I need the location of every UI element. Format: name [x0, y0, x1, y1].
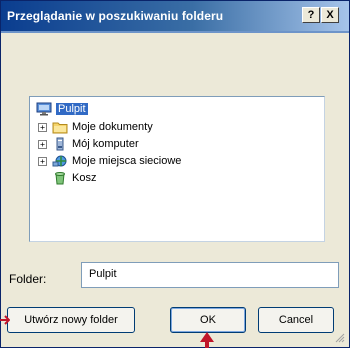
network-icon	[52, 154, 68, 168]
expand-toggle[interactable]: +	[38, 139, 47, 149]
tree-item-label: Kosz	[72, 172, 97, 184]
new-folder-button[interactable]: Utwórz nowy folder	[7, 307, 135, 333]
folder-icon	[52, 120, 68, 134]
cancel-button[interactable]: Cancel	[258, 307, 334, 333]
desktop-icon	[36, 102, 52, 116]
tree-item-network-places[interactable]: + Moje miejsca sieciowe	[38, 153, 181, 169]
tree-item-label: Moje miejsca sieciowe	[72, 155, 182, 167]
ok-button[interactable]: OK	[170, 307, 246, 333]
dialog-title: Przeglądanie w poszukiwaniu folderu	[7, 9, 224, 23]
tree-item-label: Moje dokumenty	[72, 121, 153, 133]
help-button[interactable]: ?	[302, 7, 320, 23]
computer-icon	[52, 137, 68, 151]
expand-toggle[interactable]: +	[38, 122, 47, 132]
browse-folder-dialog: Przeglądanie w poszukiwaniu folderu ? X …	[0, 0, 350, 348]
close-button[interactable]: X	[321, 7, 339, 23]
tree-item-pulpit[interactable]: Pulpit	[36, 101, 88, 117]
folder-label: Folder:	[9, 272, 47, 286]
folder-tree[interactable]: Pulpit + Moje dokumenty + Mój komputer +…	[29, 96, 325, 242]
recycle-bin-icon	[52, 171, 68, 185]
expand-toggle[interactable]: +	[38, 156, 47, 166]
tree-item-label: Pulpit	[56, 103, 88, 115]
resize-grip-icon[interactable]	[335, 333, 345, 343]
title-bar[interactable]: Przeglądanie w poszukiwaniu folderu ? X	[1, 1, 349, 33]
tree-item-label: Mój komputer	[72, 138, 139, 150]
tree-item-my-documents[interactable]: + Moje dokumenty	[38, 119, 153, 135]
tree-item-my-computer[interactable]: + Mój komputer	[38, 136, 139, 152]
tree-item-recycle-bin[interactable]: Kosz	[52, 170, 96, 186]
annotation-arrow-left-icon	[0, 315, 10, 325]
annotation-arrow-up-icon	[200, 332, 214, 348]
folder-input[interactable]: Pulpit	[81, 262, 339, 288]
